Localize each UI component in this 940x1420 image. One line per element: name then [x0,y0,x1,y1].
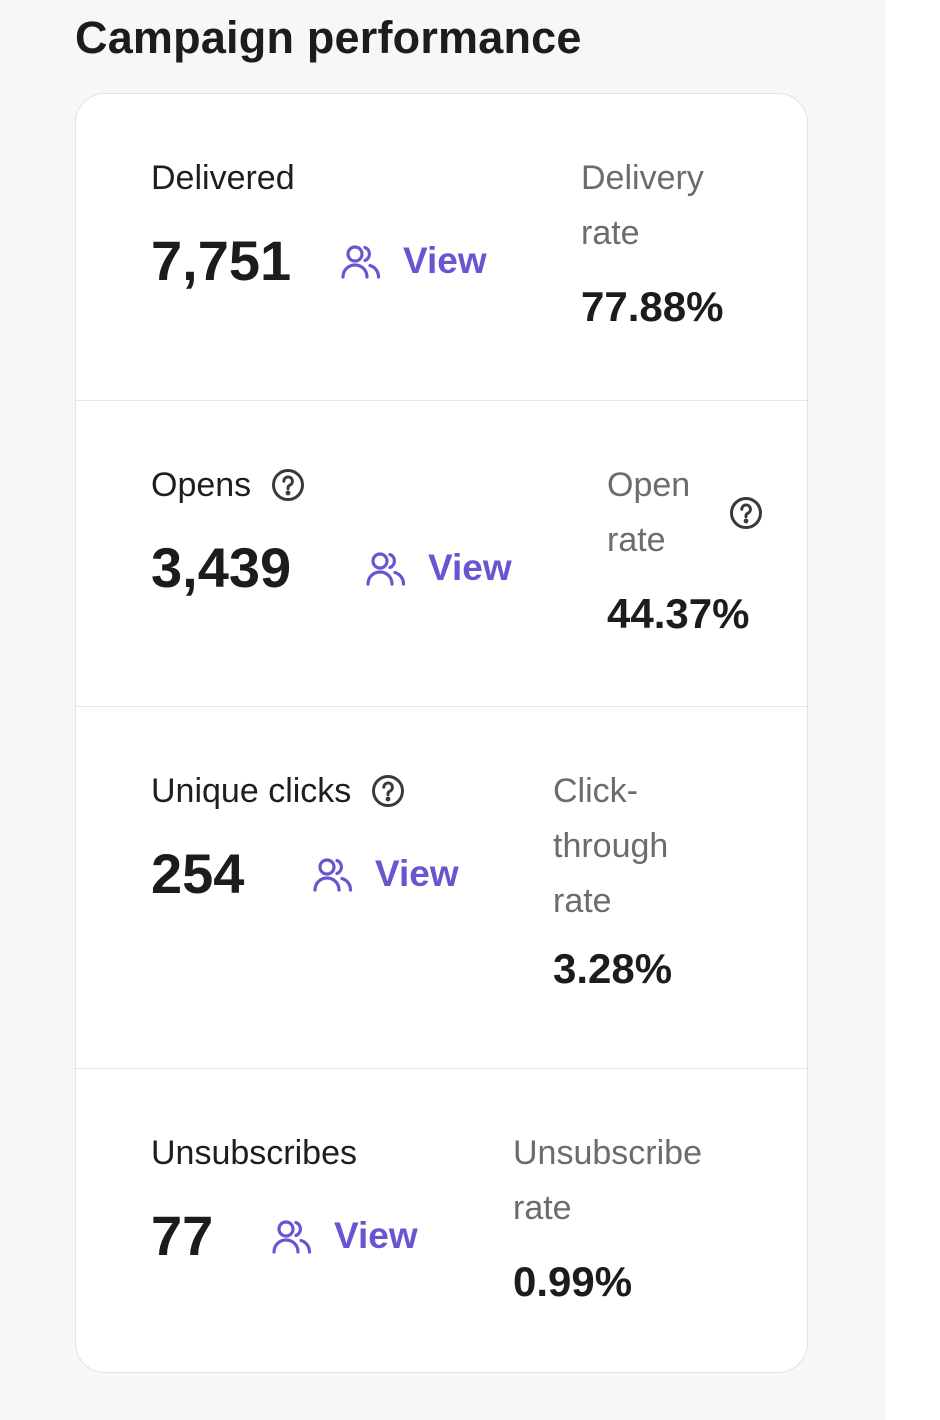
metric-row-unsubscribes: Unsubscribes 77 View Unsubscribe rate 0.… [76,1068,807,1372]
metrics-card: Delivered 7,751 View Delivery rate 77.88… [75,93,808,1373]
metric-row-opens: Opens 3,439 View Open rate 44.37% [76,400,807,707]
metric-value-delivered: 7,751 [151,229,292,292]
metric-label-opens: Opens [151,465,305,505]
help-icon[interactable] [271,468,305,502]
view-link-label: View [428,547,512,588]
rate-label-line: rate [607,521,666,559]
rate-label-open: Open rate [607,458,690,568]
rate-value-open: 44.37% [607,590,750,637]
metric-label-unique-clicks: Unique clicks [151,771,405,811]
rate-label-click-through: Click- through rate [553,764,668,929]
metric-row-unique-clicks: Unique clicks 254 View Click- through ra… [76,706,807,1069]
rate-label-line: Delivery [581,159,704,197]
rate-label-delivery: Delivery rate [581,151,704,261]
view-link-label: View [403,240,487,281]
rate-value-click-through: 3.28% [553,945,673,992]
rate-label-line: rate [553,882,612,920]
rate-label-line: Open [607,466,691,504]
help-icon[interactable] [729,496,763,530]
view-unique-clicks-button[interactable]: View [313,852,459,896]
rate-label-line: rate [581,214,640,252]
rate-label-unsubscribe: Unsubscribe rate [513,1126,702,1236]
users-icon [366,552,406,586]
metric-label-text: Delivered [151,159,295,197]
view-opens-button[interactable]: View [366,546,512,590]
view-link-label: View [375,853,459,894]
rate-value-unsubscribe: 0.99% [513,1258,633,1305]
rate-label-line: through [553,827,669,865]
metric-label-text: Unique clicks [151,772,352,810]
metric-value-opens: 3,439 [151,536,292,599]
users-icon [272,1220,312,1254]
view-delivered-button[interactable]: View [341,239,487,283]
view-link-label: View [334,1215,418,1256]
metric-label-unsubscribes: Unsubscribes [151,1133,357,1173]
metric-value-unsubscribes: 77 [151,1204,214,1267]
metric-label-text: Unsubscribes [151,1134,357,1172]
users-icon [341,245,381,279]
metric-label-delivered: Delivered [151,158,295,198]
rate-label-line: Unsubscribe [513,1134,702,1172]
page-title: Campaign performance [75,12,582,63]
metric-row-delivered: Delivered 7,751 View Delivery rate 77.88… [76,94,807,400]
help-icon[interactable] [371,774,405,808]
view-unsubscribes-button[interactable]: View [272,1214,418,1258]
rate-label-line: Click- [553,772,638,810]
metric-value-unique-clicks: 254 [151,842,245,905]
rate-value-delivery: 77.88% [581,283,724,330]
metric-label-text: Opens [151,466,252,504]
users-icon [313,858,353,892]
rate-label-line: rate [513,1189,572,1227]
